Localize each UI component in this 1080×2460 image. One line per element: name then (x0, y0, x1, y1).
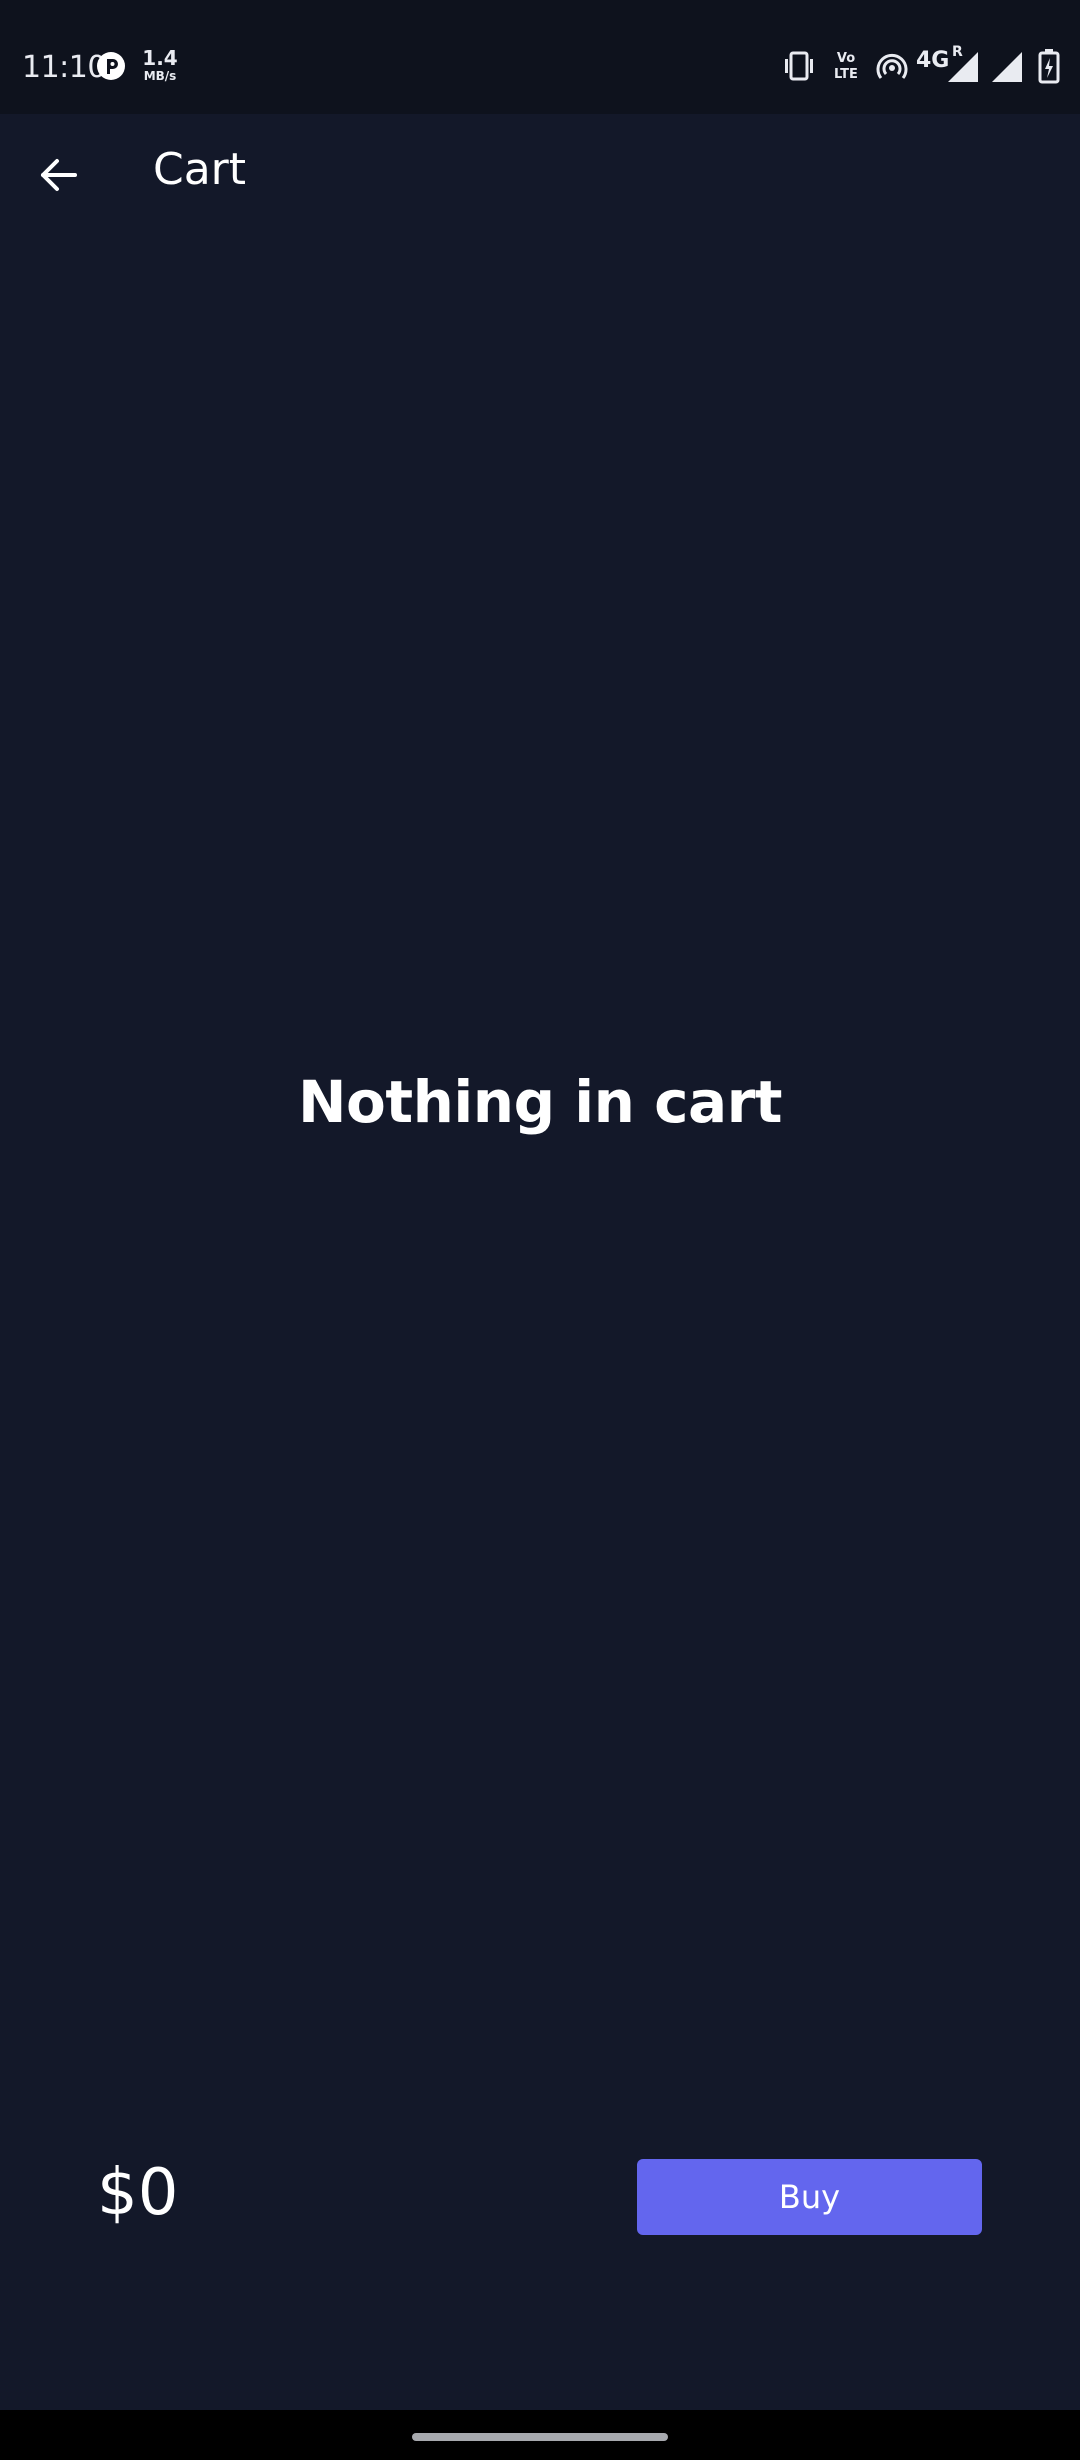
status-time: 11:10 (22, 50, 106, 85)
volte-icon: Vo LTE (830, 48, 862, 84)
app-notification-icon (97, 52, 125, 80)
net-speed-value: 1.4 (142, 46, 178, 70)
status-bar: 11:10 1.4 MB/s Vo LTE 4G R (0, 0, 1080, 114)
battery-charging-icon (1038, 49, 1060, 84)
back-button[interactable] (24, 140, 94, 210)
vibrate-icon (785, 51, 813, 81)
signal-icon (948, 52, 978, 82)
buy-button[interactable]: Buy (637, 2159, 982, 2235)
arrow-left-icon (41, 159, 77, 191)
hotspot-icon (876, 53, 908, 79)
volte-bottom-label: LTE (834, 67, 858, 82)
signal-icon (992, 52, 1022, 82)
cart-total: $0 (97, 2156, 179, 2230)
empty-cart-message: Nothing in cart (298, 1068, 783, 1136)
signal-4g-indicator: 4G R (916, 44, 982, 84)
cart-screen: 11:10 1.4 MB/s Vo LTE 4G R Cart Nothing … (0, 0, 1080, 2460)
volte-top-label: Vo (836, 51, 856, 66)
home-gesture-handle[interactable] (412, 2433, 668, 2441)
page-title: Cart (153, 144, 247, 195)
navigation-bar (0, 2410, 1080, 2460)
net-speed-indicator: 1.4 MB/s (140, 48, 180, 82)
app-bar: Cart (0, 114, 1080, 234)
network-type-label: 4G (916, 48, 950, 73)
net-speed-unit: MB/s (143, 69, 177, 83)
